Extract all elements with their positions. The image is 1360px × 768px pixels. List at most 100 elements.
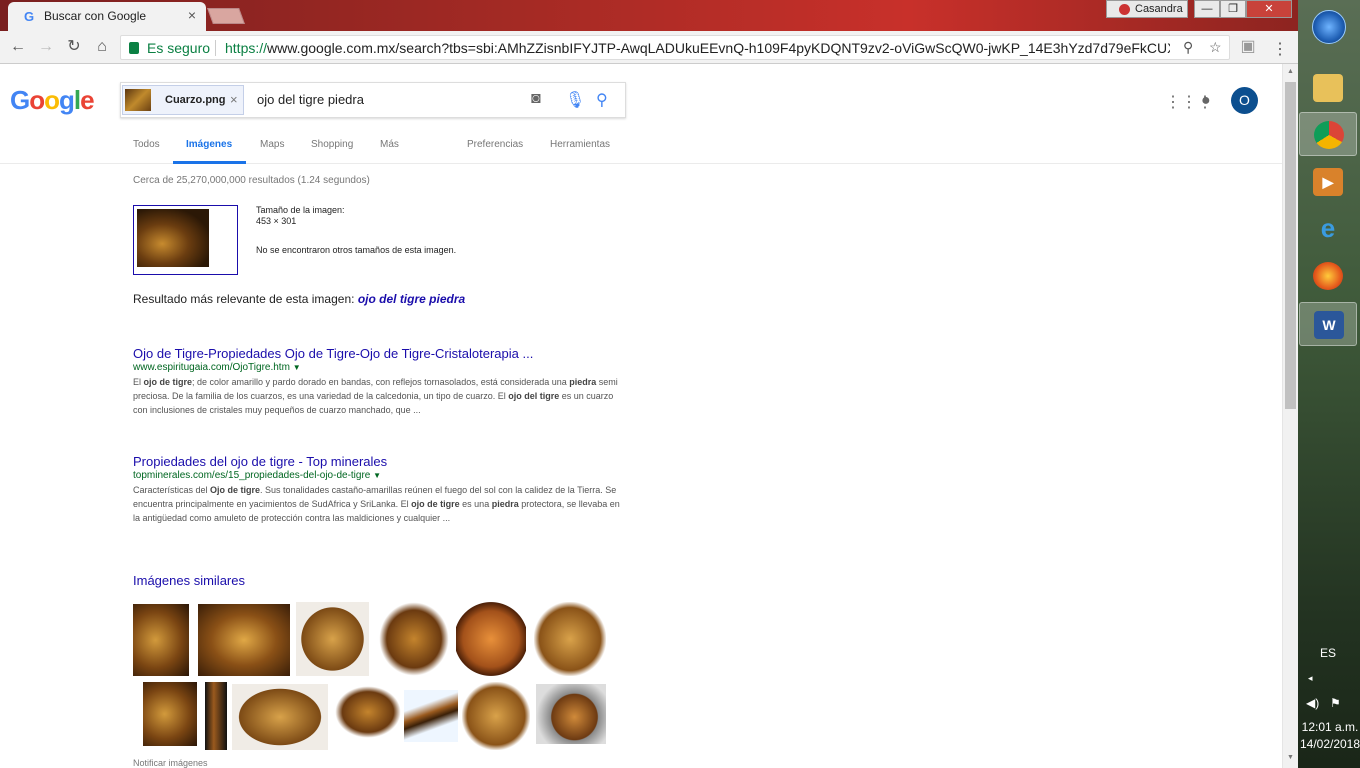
result-url-text: www.espiritugaia.com/OjoTigre.htm	[133, 362, 290, 373]
best-guess-link[interactable]: ojo del tigre piedra	[358, 292, 465, 306]
search-nav: Todos Imágenes Maps Shopping Más Prefere…	[0, 128, 1282, 164]
search-result: Propiedades del ojo de tigre - Top miner…	[133, 454, 623, 525]
account-avatar[interactable]: O	[1231, 87, 1258, 114]
scroll-down-icon[interactable]: ▼	[1287, 754, 1294, 761]
search-image-chip[interactable]: Cuarzo.png ×	[122, 85, 244, 115]
search-result: Ojo de Tigre-Propiedades Ojo de Tigre-Oj…	[133, 346, 623, 417]
microphone-icon[interactable]: 🎙	[565, 90, 585, 110]
url-path: www.google.com.mx/search?tbs=sbi:AMhZZis…	[267, 40, 1170, 56]
result-title[interactable]: Propiedades del ojo de tigre - Top miner…	[133, 454, 623, 469]
similar-image-thumbnail[interactable]	[534, 602, 606, 676]
google-logo-letter: G	[10, 85, 30, 115]
tab-maps[interactable]: Maps	[260, 139, 284, 150]
firefox-icon	[1313, 262, 1343, 290]
similar-image-thumbnail[interactable]	[296, 602, 369, 676]
result-url: www.espiritugaia.com/OjoTigre.htm ▼	[133, 362, 623, 373]
notifications-bell-icon[interactable]: ●	[1201, 92, 1211, 110]
omnibox-separator	[215, 40, 216, 56]
google-logo[interactable]: Google	[10, 85, 95, 116]
image-size-value: 453 × 301	[256, 216, 297, 226]
similar-image-thumbnail[interactable]	[198, 604, 290, 676]
search-query[interactable]: ojo del tigre piedra	[257, 92, 364, 107]
clock-date: 14/02/2018	[1299, 737, 1360, 751]
tab-todos[interactable]: Todos	[133, 139, 160, 150]
query-image[interactable]	[133, 205, 238, 275]
dropdown-arrow-icon[interactable]: ▼	[373, 471, 381, 480]
address-bar[interactable]: Es seguro https://www.google.com.mx/sear…	[120, 35, 1230, 60]
system-clock[interactable]: 12:01 a.m. 14/02/2018	[1299, 719, 1360, 753]
tab-imagenes[interactable]: Imágenes	[186, 139, 232, 150]
secure-label: Es seguro	[147, 40, 211, 56]
dropdown-arrow-icon[interactable]: ▼	[293, 363, 301, 372]
taskbar-internet-explorer[interactable]: e	[1299, 206, 1357, 250]
tab-mas[interactable]: Más	[380, 139, 399, 150]
back-arrow-icon[interactable]: ←	[8, 37, 28, 57]
scrollbar-thumb[interactable]	[1285, 82, 1296, 409]
tab-shopping[interactable]: Shopping	[311, 139, 353, 150]
volume-icon[interactable]: ◀)	[1306, 696, 1319, 710]
language-indicator[interactable]: ES	[1320, 646, 1336, 660]
chip-remove-icon[interactable]: ×	[230, 92, 238, 107]
show-hidden-icons-icon[interactable]: ◂	[1308, 673, 1313, 684]
chrome-menu-icon[interactable]: ⋮	[1272, 39, 1288, 59]
home-icon[interactable]: ⌂	[92, 37, 112, 57]
restore-button[interactable]: ❐	[1220, 0, 1246, 18]
page-scrollbar[interactable]: ▲ ▼	[1282, 64, 1298, 768]
close-window-button[interactable]: ✕	[1246, 0, 1292, 18]
zoom-icon[interactable]: ⚲	[1183, 39, 1193, 56]
scroll-up-icon[interactable]: ▲	[1287, 68, 1294, 75]
similar-image-thumbnail[interactable]	[133, 604, 189, 676]
no-other-sizes: No se encontraron otros tamaños de esta …	[256, 245, 457, 255]
similar-image-thumbnail[interactable]	[404, 690, 458, 742]
media-player-icon: ▶	[1313, 168, 1343, 196]
report-images-link[interactable]: Notificar imágenes	[133, 758, 208, 768]
google-logo-letter: o	[44, 85, 60, 115]
bookmark-star-icon[interactable]: ☆	[1209, 39, 1222, 56]
lock-icon	[129, 42, 139, 54]
action-center-flag-icon[interactable]: ⚑	[1330, 696, 1341, 710]
chip-filename: Cuarzo.png	[165, 94, 226, 106]
taskbar-word[interactable]: W	[1299, 302, 1357, 346]
minimize-button[interactable]: —	[1194, 0, 1220, 18]
similar-images-heading[interactable]: Imágenes similares	[133, 573, 245, 588]
google-logo-letter: o	[29, 85, 45, 115]
clock-time: 12:01 a.m.	[1301, 720, 1359, 734]
profile-button[interactable]: Casandra	[1106, 0, 1188, 18]
result-url-text: topminerales.com/es/15_propiedades-del-o…	[133, 470, 371, 481]
similar-image-thumbnail[interactable]	[205, 682, 227, 750]
start-button-icon[interactable]	[1312, 10, 1346, 44]
taskbar-chrome[interactable]	[1299, 112, 1357, 156]
similar-image-thumbnail[interactable]	[456, 602, 526, 676]
word-icon: W	[1314, 311, 1344, 339]
similar-image-thumbnail[interactable]	[379, 602, 449, 676]
profile-name: Casandra	[1135, 3, 1183, 15]
url-text[interactable]: https://www.google.com.mx/search?tbs=sbi…	[225, 40, 1170, 56]
taskbar-firefox[interactable]	[1299, 254, 1357, 298]
similar-image-thumbnail[interactable]	[232, 684, 328, 750]
tab-close-icon[interactable]: ×	[188, 7, 196, 23]
reload-icon[interactable]: ↻	[64, 37, 84, 57]
tab-google-search[interactable]: G Buscar con Google ×	[8, 2, 206, 32]
search-box[interactable]: Cuarzo.png × ojo del tigre piedra ◙ 🎙 ⚲	[120, 82, 626, 118]
similar-image-thumbnail[interactable]	[536, 684, 606, 744]
similar-image-thumbnail[interactable]	[143, 682, 197, 746]
extension-icon[interactable]: ▣	[1238, 37, 1258, 57]
forward-arrow-icon[interactable]: →	[36, 37, 56, 57]
similar-image-thumbnail[interactable]	[462, 682, 530, 750]
search-icon[interactable]: ⚲	[596, 90, 608, 110]
folder-icon	[1313, 74, 1343, 102]
camera-icon[interactable]: ◙	[531, 90, 541, 108]
result-title[interactable]: Ojo de Tigre-Propiedades Ojo de Tigre-Oj…	[133, 346, 623, 361]
result-snippet: Características del Ojo de tigre. Sus to…	[133, 485, 620, 523]
tab-preferencias[interactable]: Preferencias	[467, 139, 523, 150]
google-logo-text: Google	[10, 85, 95, 115]
google-favicon-icon: G	[24, 9, 35, 24]
url-scheme: https://	[225, 40, 268, 56]
chip-thumbnail	[125, 89, 151, 111]
result-stats: Cerca de 25,270,000,000 resultados (1.24…	[133, 175, 370, 186]
taskbar-media-player[interactable]: ▶	[1299, 160, 1357, 204]
taskbar-explorer[interactable]	[1299, 66, 1357, 110]
new-tab-button[interactable]	[207, 8, 245, 24]
tab-herramientas[interactable]: Herramientas	[550, 139, 610, 150]
similar-image-thumbnail[interactable]	[335, 686, 401, 738]
